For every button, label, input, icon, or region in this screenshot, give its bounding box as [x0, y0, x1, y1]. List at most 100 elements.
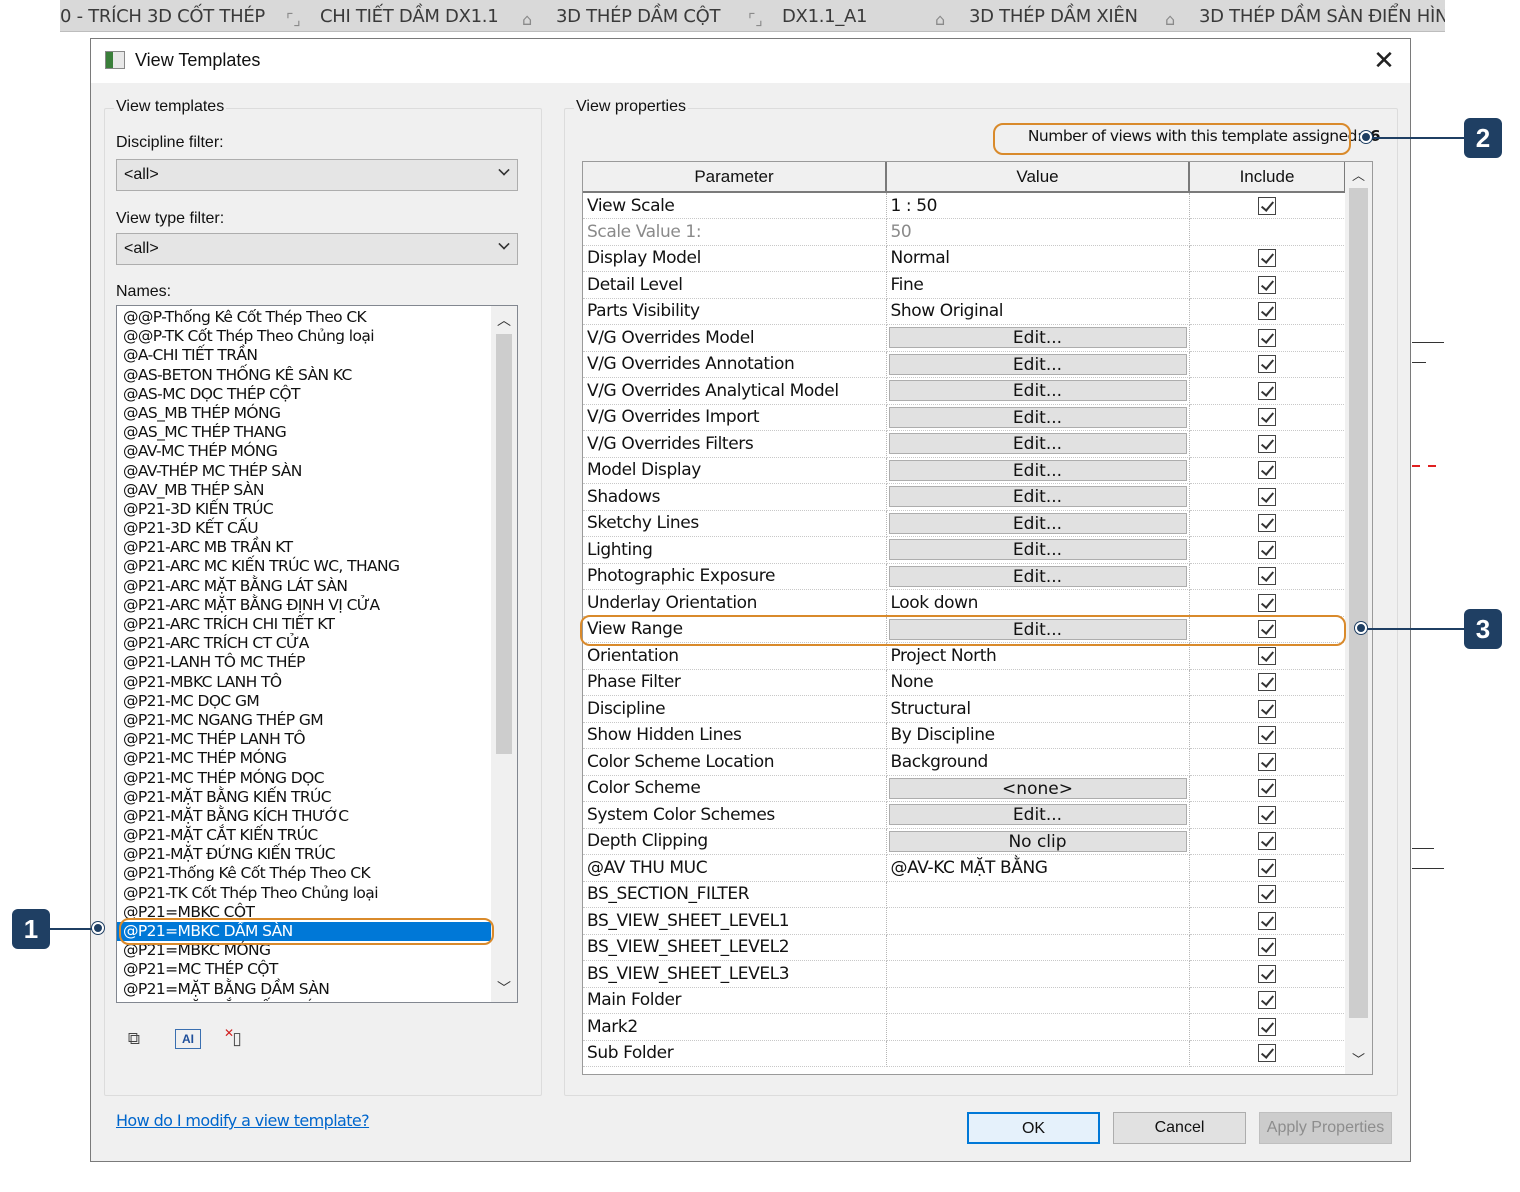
property-row[interactable]: @AV THU MUC @AV-KC MẶT BẰNG: [583, 854, 1346, 882]
duplicate-icon[interactable]: ⧉: [121, 1027, 147, 1051]
include-checkbox[interactable]: [1258, 726, 1276, 745]
include-checkbox[interactable]: [1258, 938, 1276, 957]
property-row[interactable]: Shadows Edit...: [583, 483, 1346, 511]
template-names-list[interactable]: @@P-Thống Kê Cốt Thép Theo CK @@P-TK Cốt …: [116, 305, 518, 1003]
property-row[interactable]: Lighting Edit...: [583, 536, 1346, 564]
properties-scrollbar[interactable]: ︿ ﹀: [1345, 162, 1372, 1074]
template-name-item[interactable]: @P21-3D KIẾN TRÚC: [117, 500, 492, 519]
apply-properties-button[interactable]: Apply Properties: [1259, 1112, 1392, 1144]
value-cell[interactable]: By Discipline: [886, 722, 1190, 749]
template-name-item[interactable]: @P21-ARC MẶT BẰNG LÁT SÀN: [117, 577, 492, 596]
view-tab-2[interactable]: ⌂ 3D THÉP DẦM CỘT: [522, 0, 720, 31]
value-cell[interactable]: None: [886, 669, 1190, 696]
template-name-item[interactable]: @AV_MB THÉP SÀN: [117, 481, 492, 500]
edit-button[interactable]: Edit...: [888, 804, 1187, 826]
rename-icon[interactable]: AI: [175, 1029, 201, 1049]
property-row[interactable]: Discipline Structural: [583, 695, 1346, 723]
edit-button[interactable]: Edit...: [888, 459, 1187, 481]
value-cell[interactable]: [886, 934, 1190, 961]
ok-button[interactable]: OK: [967, 1112, 1100, 1144]
template-name-item[interactable]: @P21-ARC TRÍCH CHI TIẾT KT: [117, 615, 492, 634]
include-checkbox[interactable]: [1258, 1017, 1276, 1036]
template-name-item[interactable]: @P21-ARC MB TRẦN KT: [117, 538, 492, 557]
value-cell[interactable]: @AV-KC MẶT BẰNG: [886, 854, 1190, 882]
template-name-item[interactable]: @P21-MC THÉP MÓNG DỌC: [117, 769, 492, 788]
edit-button[interactable]: Edit...: [888, 406, 1187, 428]
template-name-item[interactable]: @P21-MC DỌC GM: [117, 692, 492, 711]
include-checkbox[interactable]: [1258, 461, 1276, 480]
template-name-item[interactable]: @P21=MẶT BẰNG DẦM SÀN: [117, 980, 492, 999]
property-row[interactable]: BS_VIEW_SHEET_LEVEL2: [583, 934, 1346, 961]
help-link[interactable]: How do I modify a view template?: [116, 1111, 370, 1130]
template-name-item[interactable]: @P21-MẶT BẰNG KÍCH THƯỚC: [117, 807, 492, 826]
include-checkbox[interactable]: [1258, 858, 1276, 877]
property-row[interactable]: Photographic Exposure Edit...: [583, 563, 1346, 590]
include-checkbox[interactable]: [1258, 779, 1276, 798]
edit-button[interactable]: <none>: [888, 777, 1187, 799]
include-checkbox[interactable]: [1258, 328, 1276, 347]
value-cell[interactable]: Structural: [886, 695, 1190, 723]
scroll-down-icon[interactable]: ﹀: [491, 976, 517, 1000]
template-name-item[interactable]: @P21=MẶT CẮT KIẾN TRÚC: [117, 999, 492, 1002]
properties-scroll-thumb[interactable]: [1349, 188, 1368, 1018]
view-tab-5[interactable]: ⌂ 3D THÉP DẦM SÀN ĐIỂN HÌNH: [1165, 0, 1445, 31]
property-row[interactable]: Phase Filter None: [583, 669, 1346, 696]
property-row[interactable]: Orientation Project North: [583, 642, 1346, 670]
template-name-item[interactable]: @P21-LANH TÔ MC THÉP: [117, 653, 492, 672]
property-row[interactable]: BS_SECTION_FILTER: [583, 881, 1346, 908]
value-cell[interactable]: Normal: [886, 245, 1190, 272]
include-checkbox[interactable]: [1258, 593, 1276, 612]
property-row[interactable]: Model Display Edit...: [583, 457, 1346, 484]
edit-button[interactable]: Edit...: [888, 380, 1187, 402]
column-header-value[interactable]: Value: [886, 162, 1190, 193]
include-checkbox[interactable]: [1258, 381, 1276, 400]
include-checkbox[interactable]: [1258, 355, 1276, 374]
close-button[interactable]: ✕: [1368, 45, 1400, 77]
property-row[interactable]: Parts Visibility Show Original: [583, 298, 1346, 325]
template-name-item[interactable]: @P21-ARC MẶT BẰNG ĐỊNH VỊ CỬA: [117, 596, 492, 615]
value-cell[interactable]: Project North: [886, 642, 1190, 670]
property-row[interactable]: Main Folder: [583, 987, 1346, 1014]
property-row[interactable]: Scale Value 1: 50: [583, 218, 1346, 246]
property-row[interactable]: Sub Folder: [583, 1040, 1346, 1067]
include-checkbox[interactable]: [1258, 302, 1276, 321]
property-row[interactable]: Display Model Normal: [583, 245, 1346, 272]
template-name-item[interactable]: @AV-THÉP MC THÉP SÀN: [117, 462, 492, 481]
discipline-filter-combo[interactable]: <all>: [116, 159, 518, 191]
template-name-item[interactable]: @AS_MB THÉP MÓNG: [117, 404, 492, 423]
property-row[interactable]: V/G Overrides Model Edit...: [583, 324, 1346, 352]
edit-button[interactable]: Edit...: [888, 433, 1187, 455]
property-row[interactable]: Sketchy Lines Edit...: [583, 510, 1346, 537]
delete-icon[interactable]: ✕ ▯: [224, 1026, 250, 1051]
template-name-item[interactable]: @P21-TK Cốt Thép Theo Chủng loại: [117, 884, 492, 903]
edit-button[interactable]: Edit...: [888, 565, 1187, 587]
include-checkbox[interactable]: [1258, 832, 1276, 851]
edit-button[interactable]: Edit...: [888, 512, 1187, 534]
value-cell[interactable]: Fine: [886, 271, 1190, 299]
property-row[interactable]: Color Scheme <none>: [583, 775, 1346, 802]
property-row[interactable]: Show Hidden Lines By Discipline: [583, 722, 1346, 749]
template-name-item[interactable]: @P21-MBKC LANH TÔ: [117, 673, 492, 692]
view-tab-1[interactable]: ⌜⌟ CHI TIẾT DẦM DX1.1: [286, 0, 499, 31]
property-row[interactable]: View Scale 1 : 50: [583, 192, 1346, 219]
edit-button[interactable]: Edit...: [888, 327, 1187, 349]
template-name-item[interactable]: @P21-MẶT CẮT KIẾN TRÚC: [117, 826, 492, 845]
value-cell[interactable]: [886, 960, 1190, 988]
edit-button[interactable]: Edit...: [888, 486, 1187, 508]
cancel-button[interactable]: Cancel: [1113, 1112, 1246, 1144]
include-checkbox[interactable]: [1258, 275, 1276, 294]
template-name-item[interactable]: @AS_MC THÉP THANG: [117, 423, 492, 442]
value-cell[interactable]: 1 : 50: [886, 192, 1190, 219]
template-name-item[interactable]: @P21=MC THÉP CỘT: [117, 960, 492, 979]
include-checkbox[interactable]: [1258, 540, 1276, 559]
template-name-item[interactable]: @P21-MC NGANG THÉP GM: [117, 711, 492, 730]
property-row[interactable]: BS_VIEW_SHEET_LEVEL3: [583, 960, 1346, 988]
template-name-item[interactable]: @A-CHI TIẾT TRẦN: [117, 346, 492, 365]
value-cell[interactable]: [886, 987, 1190, 1014]
edit-button[interactable]: Edit...: [888, 539, 1187, 561]
edit-button[interactable]: No clip: [888, 830, 1187, 852]
include-checkbox[interactable]: [1258, 196, 1276, 215]
template-name-item[interactable]: @P21-MC THÉP LANH TÔ: [117, 730, 492, 749]
value-cell[interactable]: [886, 907, 1190, 935]
include-checkbox[interactable]: [1258, 408, 1276, 427]
